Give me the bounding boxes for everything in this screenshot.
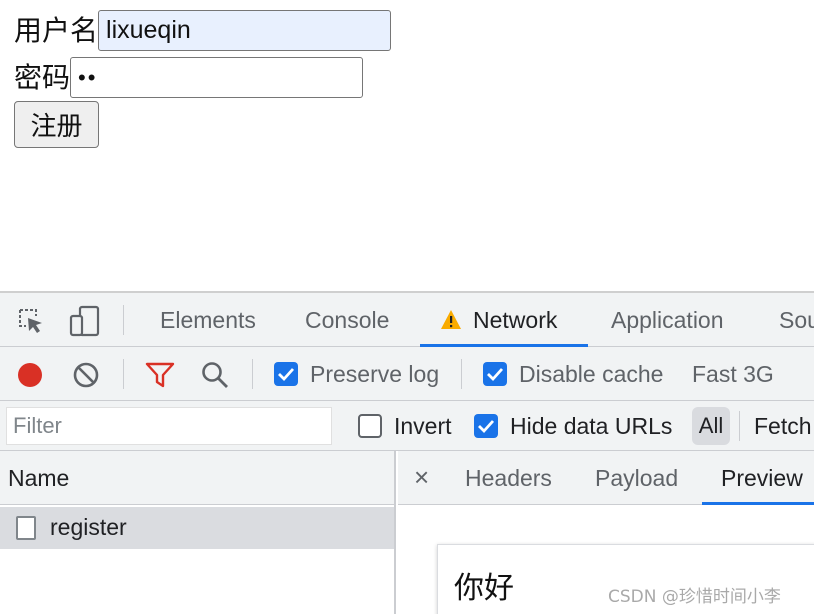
tab-elements[interactable]: Elements: [160, 293, 256, 347]
register-button[interactable]: 注册: [14, 101, 99, 148]
table-row[interactable]: register: [0, 507, 394, 549]
active-detail-tab-indicator: [702, 502, 814, 505]
type-filter-all[interactable]: All: [692, 407, 730, 445]
password-input[interactable]: ••: [70, 57, 364, 98]
filter-input[interactable]: Filter: [6, 407, 332, 445]
tab-sources[interactable]: Sou: [779, 293, 814, 347]
disable-cache-checkbox[interactable]: [483, 362, 507, 386]
search-icon[interactable]: [200, 360, 230, 390]
tab-console[interactable]: Console: [305, 293, 389, 347]
tab-application[interactable]: Application: [611, 293, 724, 347]
warning-triangle-icon: [440, 309, 462, 331]
username-label: 用户名: [14, 13, 99, 47]
preserve-log-label: Preserve log: [310, 361, 440, 387]
devtools-tabbar: Elements Console Network Application Sou: [0, 293, 814, 347]
hide-data-urls-label: Hide data URLs: [510, 413, 673, 439]
username-row: 用户名 lixueqin: [14, 10, 392, 51]
filter-funnel-icon[interactable]: [145, 361, 175, 389]
divider: [123, 305, 124, 335]
preview-text: 你好: [454, 571, 514, 606]
close-icon[interactable]: ×: [414, 462, 429, 493]
tab-payload[interactable]: Payload: [595, 465, 678, 492]
type-filter-fetch[interactable]: Fetch: [754, 413, 812, 440]
hide-data-urls-checkbox[interactable]: [474, 414, 498, 438]
tab-headers[interactable]: Headers: [465, 465, 552, 492]
detail-tabbar: × Headers Payload Preview: [398, 451, 814, 505]
request-name: register: [50, 514, 127, 540]
record-icon[interactable]: [16, 361, 44, 389]
inspect-element-icon[interactable]: [16, 306, 46, 336]
document-icon: [16, 516, 36, 540]
network-toolbar: Preserve log Disable cache Fast 3G: [0, 347, 814, 401]
request-list-header: Name: [0, 451, 394, 505]
clear-icon[interactable]: [72, 361, 100, 389]
invert-label: Invert: [394, 413, 452, 439]
devtools-panel: Elements Console Network Application Sou: [0, 291, 814, 614]
username-input[interactable]: lixueqin: [98, 10, 392, 51]
web-page: 用户名 lixueqin 密码 •• 注册: [0, 0, 814, 291]
column-name[interactable]: Name: [8, 465, 69, 492]
network-filterbar: Filter Invert Hide data URLs All Fetch: [0, 401, 814, 451]
tab-preview[interactable]: Preview: [721, 465, 803, 492]
preserve-log-checkbox[interactable]: [274, 362, 298, 386]
divider: [252, 359, 253, 389]
request-list: Name register: [0, 451, 396, 614]
tab-network[interactable]: Network: [473, 293, 557, 347]
password-label: 密码: [14, 60, 71, 94]
watermark: CSDN @珍惜时间小李: [608, 587, 781, 607]
divider: [123, 359, 124, 389]
invert-checkbox[interactable]: [358, 414, 382, 438]
divider: [739, 411, 740, 441]
password-row: 密码 ••: [14, 57, 364, 98]
throttling-select[interactable]: Fast 3G: [692, 361, 774, 388]
divider: [461, 359, 462, 389]
disable-cache-label: Disable cache: [519, 361, 664, 387]
device-toolbar-icon[interactable]: [68, 304, 102, 338]
